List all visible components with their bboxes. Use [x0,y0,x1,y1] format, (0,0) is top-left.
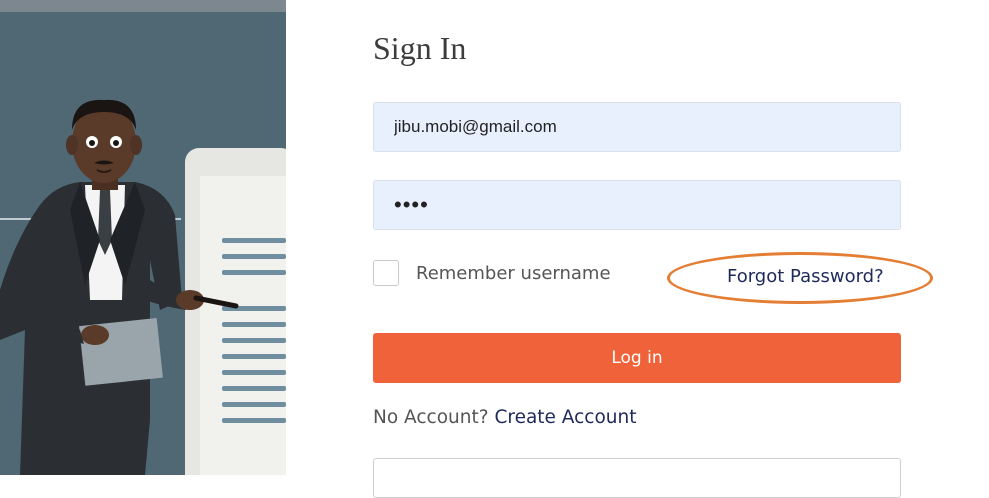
forgot-password-link[interactable]: Forgot Password? [727,266,884,287]
remember-username-label: Remember username [416,262,611,284]
password-field[interactable] [373,180,901,230]
login-button[interactable]: Log in [373,333,901,383]
businessman-illustration [0,99,286,475]
page-title: Sign In [373,30,467,66]
remember-username-checkbox[interactable] [373,260,399,286]
partial-bottom-field[interactable] [373,458,901,498]
email-field[interactable] [373,102,901,152]
remember-username-row: Remember username [373,260,611,286]
no-account-text: No Account? [373,407,489,428]
create-account-link[interactable]: Create Account [494,407,636,428]
no-account-row: No Account? Create Account [373,407,637,428]
hero-illustration [0,0,286,475]
